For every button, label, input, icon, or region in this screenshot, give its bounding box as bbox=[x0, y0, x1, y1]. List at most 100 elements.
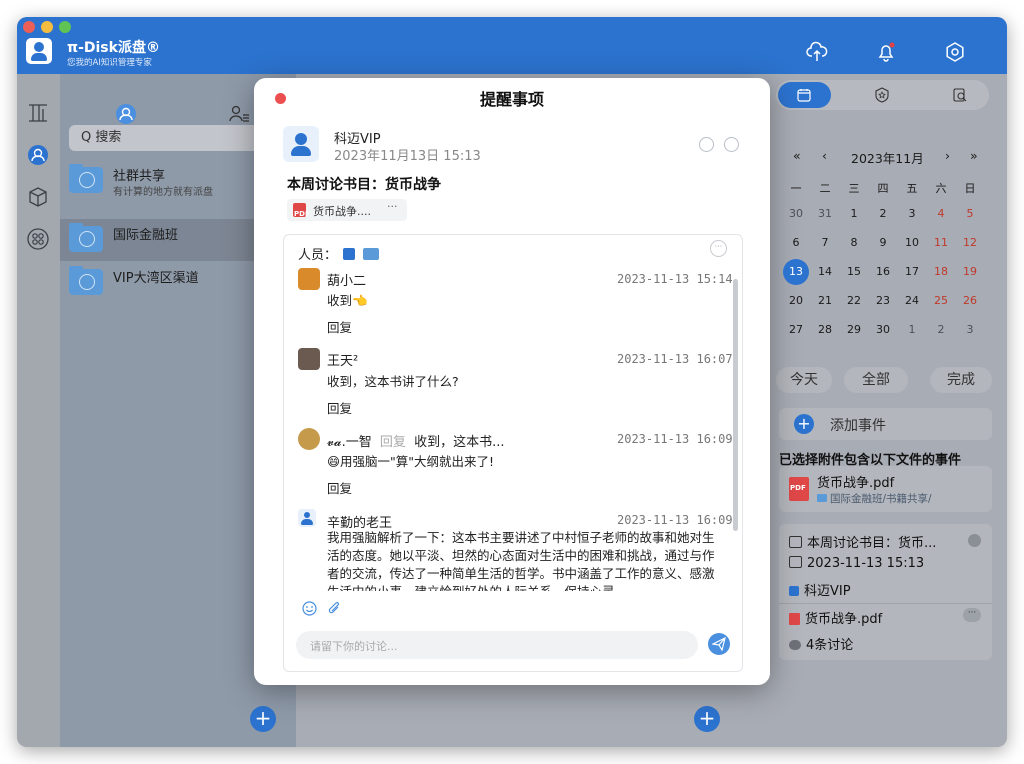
calendar-day[interactable]: 19 bbox=[955, 259, 985, 285]
zoom-window-button[interactable] bbox=[59, 21, 71, 33]
calendar-day[interactable]: 12 bbox=[955, 230, 985, 256]
calendar-day[interactable]: 22 bbox=[839, 288, 869, 314]
calendar-day[interactable]: 17 bbox=[897, 259, 927, 285]
event-time: 2023-11-13 15:13 bbox=[807, 556, 925, 571]
close-window-button[interactable] bbox=[23, 21, 35, 33]
message-text: 😄用强脑一"算"大纲就出来了! bbox=[327, 454, 495, 469]
file-path-text: 国际金融班/书籍共享/ bbox=[830, 493, 932, 505]
event-owner-row: 科迈VIP bbox=[789, 580, 851, 599]
calendar-day[interactable]: 1 bbox=[839, 201, 869, 227]
calendar-day[interactable]: 8 bbox=[839, 230, 869, 256]
calendar-day[interactable]: 24 bbox=[897, 288, 927, 314]
message-time: 2023-11-13 15:14 bbox=[617, 272, 733, 286]
event-title: 本周讨论书目：货币... bbox=[807, 536, 937, 551]
box-icon[interactable] bbox=[26, 185, 50, 209]
complete-check-icon[interactable] bbox=[699, 137, 714, 152]
reply-link[interactable]: 回复 bbox=[327, 478, 352, 497]
emoji-icon[interactable] bbox=[302, 601, 317, 616]
add-folder-button[interactable]: + bbox=[250, 706, 276, 732]
brand-mark-icon[interactable] bbox=[26, 101, 50, 125]
calendar-day[interactable]: 31 bbox=[810, 201, 840, 227]
reminder-dialog: 提醒事项 科迈VIP 2023年11月13日 15:13 本周讨论书目：货币战争… bbox=[254, 78, 770, 685]
calendar-day[interactable]: 26 bbox=[955, 288, 985, 314]
calendar-day[interactable]: 5 bbox=[955, 201, 985, 227]
scrollbar[interactable] bbox=[733, 279, 738, 531]
app-logo bbox=[26, 38, 52, 64]
calendar-day[interactable]: 7 bbox=[810, 230, 840, 256]
people-label-text: 人员： bbox=[298, 248, 338, 263]
calendar-day[interactable]: 6 bbox=[781, 230, 811, 256]
calendar-day[interactable]: 30 bbox=[781, 201, 811, 227]
plus-icon: + bbox=[794, 414, 814, 434]
author-avatar bbox=[283, 126, 319, 162]
calendar-day[interactable]: 9 bbox=[868, 230, 898, 256]
add-item-button[interactable]: + bbox=[694, 706, 720, 732]
filter-today-button[interactable]: 今天 bbox=[776, 367, 832, 393]
calendar-day[interactable]: 23 bbox=[868, 288, 898, 314]
calendar-day[interactable]: 11 bbox=[926, 230, 956, 256]
calendar-day[interactable]: 16 bbox=[868, 259, 898, 285]
calendar-day[interactable]: 28 bbox=[810, 317, 840, 343]
add-event-label: 添加事件 bbox=[830, 418, 886, 434]
bell-icon[interactable] bbox=[875, 41, 897, 63]
calendar-day[interactable]: 13 bbox=[781, 259, 811, 285]
calendar-day[interactable]: 25 bbox=[926, 288, 956, 314]
filter-all-button[interactable]: 全部 bbox=[844, 367, 908, 393]
calendar-day[interactable]: 2 bbox=[926, 317, 956, 343]
attachment-chip[interactable]: 货币战争.... ··· bbox=[287, 199, 407, 221]
calendar-day[interactable]: 30 bbox=[868, 317, 898, 343]
message-author-line: 𝓿𝓪.一智 回复 收到，这本书... bbox=[327, 431, 504, 450]
more-options-button[interactable]: ··· bbox=[710, 240, 727, 257]
pdf-icon bbox=[789, 477, 809, 501]
minimize-window-button[interactable] bbox=[41, 21, 53, 33]
event-card[interactable]: 本周讨论书目：货币... 2023-11-13 15:13 科迈VIP 货币战争… bbox=[779, 524, 992, 660]
folder-description: 有计算的地方就有派盘 bbox=[113, 187, 213, 198]
file-card[interactable]: 货币战争.pdf 国际金融班/书籍共享/ bbox=[779, 466, 992, 512]
message-text: 收到👈 bbox=[327, 293, 368, 308]
group-share-icon[interactable] bbox=[26, 143, 50, 167]
user-icon bbox=[343, 248, 356, 260]
message-text: 收到，这本书讲了什么? bbox=[327, 374, 459, 389]
more-options-button[interactable]: ··· bbox=[963, 608, 981, 622]
calendar-day[interactable]: 27 bbox=[781, 317, 811, 343]
message-time: 2023-11-13 16:09 bbox=[617, 513, 733, 527]
folder-search-input[interactable]: Q 搜索 bbox=[69, 125, 269, 151]
calendar-day[interactable]: 21 bbox=[810, 288, 840, 314]
calendar-day[interactable]: 4 bbox=[926, 201, 956, 227]
reply-link[interactable]: 回复 bbox=[327, 317, 352, 336]
cloud-upload-icon[interactable] bbox=[806, 41, 828, 63]
member-list-icon[interactable] bbox=[227, 102, 251, 126]
send-button[interactable] bbox=[708, 633, 730, 655]
user-avatar bbox=[298, 428, 320, 450]
chevron-right-icon[interactable] bbox=[724, 137, 739, 152]
calendar-day[interactable]: 10 bbox=[897, 230, 927, 256]
message-author: 𝓿𝓪.一智 bbox=[327, 435, 372, 450]
topic-title: 本周讨论书目：货币战争 bbox=[287, 177, 441, 193]
apps-grid-icon[interactable] bbox=[26, 227, 50, 251]
message-author: 葫小二 bbox=[327, 274, 367, 289]
calendar-day[interactable]: 1 bbox=[897, 317, 927, 343]
calendar-day[interactable]: 15 bbox=[839, 259, 869, 285]
reply-link[interactable]: 回复 bbox=[327, 398, 352, 417]
filter-done-button[interactable]: 完成 bbox=[930, 367, 992, 393]
comment-input[interactable] bbox=[308, 631, 692, 661]
attachment-more-button[interactable]: ··· bbox=[387, 200, 398, 213]
calendar-day[interactable]: 20 bbox=[781, 288, 811, 314]
folder-icon bbox=[69, 164, 103, 193]
event-discussion-row[interactable]: 4条讨论 bbox=[789, 634, 853, 653]
check-icon[interactable] bbox=[968, 534, 981, 547]
group-icon[interactable] bbox=[114, 102, 138, 126]
calendar-day[interactable]: 29 bbox=[839, 317, 869, 343]
calendar-day[interactable]: 2 bbox=[868, 201, 898, 227]
paperclip-icon[interactable] bbox=[327, 601, 342, 616]
calendar-day[interactable]: 3 bbox=[897, 201, 927, 227]
add-event-button[interactable]: + 添加事件 bbox=[779, 408, 992, 440]
calendar-day[interactable]: 18 bbox=[926, 259, 956, 285]
event-attachment: 货币战争.pdf bbox=[805, 612, 883, 627]
calendar-day[interactable]: 3 bbox=[955, 317, 985, 343]
gear-icon[interactable] bbox=[944, 41, 966, 63]
divider bbox=[779, 603, 992, 604]
comment-input-box[interactable] bbox=[296, 631, 698, 661]
calendar-day[interactable]: 14 bbox=[810, 259, 840, 285]
event-attachment-row[interactable]: 货币战争.pdf bbox=[789, 608, 882, 627]
